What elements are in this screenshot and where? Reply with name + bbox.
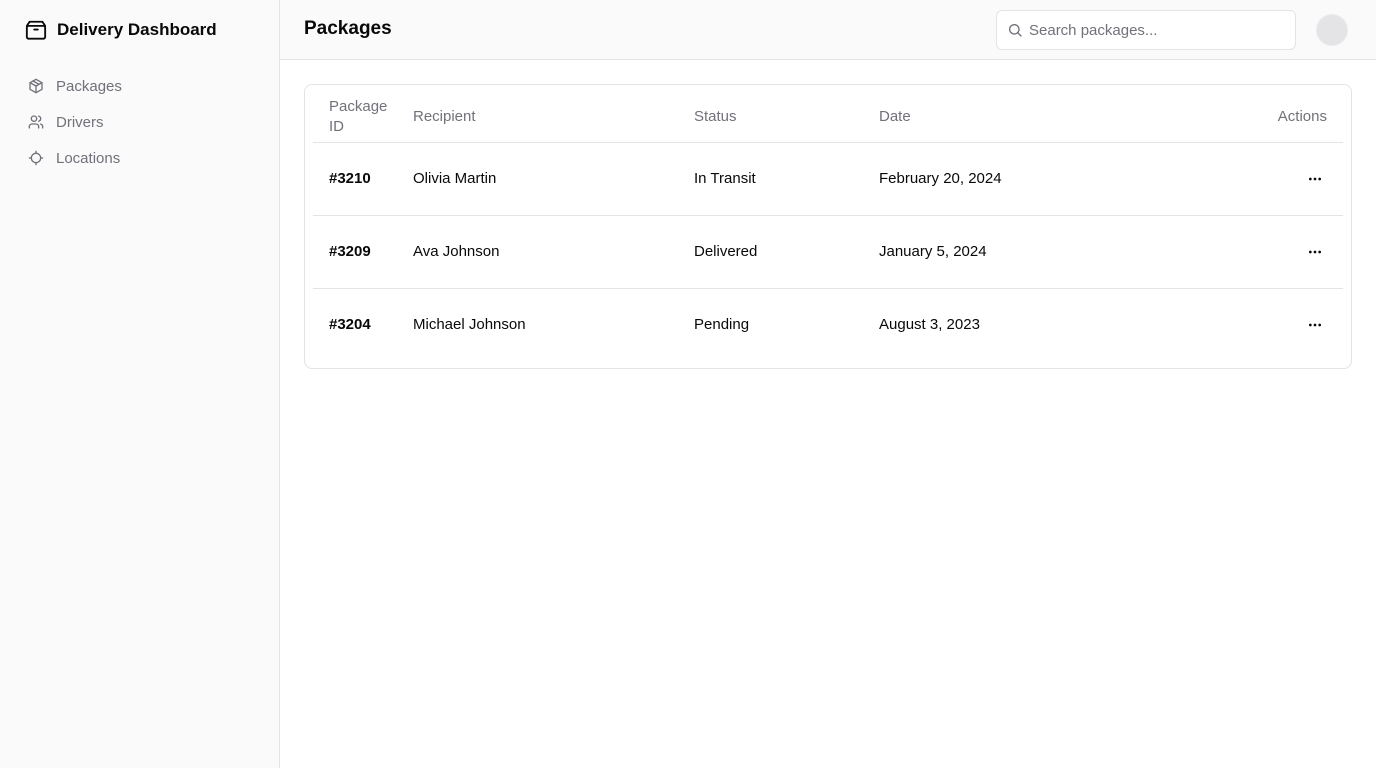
sidebar-item-drivers[interactable]: Drivers [16, 108, 264, 136]
app-title: Delivery Dashboard [57, 20, 217, 39]
package-icon [28, 78, 44, 94]
recipient-cell: Michael Johnson [413, 316, 526, 334]
more-actions-button[interactable] [1299, 236, 1331, 268]
table-header-row: Package ID Recipient Status Date Actions [313, 93, 1343, 143]
more-actions-button[interactable] [1299, 163, 1331, 195]
brand[interactable]: Delivery Dashboard [25, 18, 217, 42]
packages-table: Package ID Recipient Status Date Actions… [313, 93, 1343, 361]
top-header: Packages [280, 0, 1376, 60]
more-horizontal-icon [1307, 171, 1323, 187]
sidebar-item-label: Drivers [56, 113, 104, 131]
sidebar-item-locations[interactable]: Locations [16, 144, 264, 172]
column-header-status: Status [694, 93, 879, 143]
actions-cell [1179, 215, 1343, 289]
column-header-package-id: Package ID [313, 93, 413, 143]
search-icon [1007, 22, 1023, 38]
table-row[interactable]: #3210 Olivia Martin In Transit February … [313, 142, 1343, 216]
sidebar: Delivery Dashboard Packages Drivers Loca… [0, 0, 280, 768]
status-cell: Pending [694, 316, 750, 334]
status-cell: In Transit [694, 142, 879, 216]
more-actions-button[interactable] [1299, 309, 1331, 341]
column-header-actions: Actions [1179, 93, 1343, 143]
more-horizontal-icon [1307, 317, 1323, 333]
sidebar-item-packages[interactable]: Packages [16, 72, 264, 100]
crosshair-icon [28, 150, 44, 166]
sidebar-item-label: Locations [56, 149, 121, 167]
column-header-recipient: Recipient [413, 93, 694, 143]
date-cell: August 3, 2023 [879, 316, 980, 334]
date-cell: January 5, 2024 [879, 215, 1179, 289]
sidebar-nav: Packages Drivers Locations [16, 72, 264, 180]
actions-cell [1179, 142, 1343, 216]
package-id-cell: #3209 [313, 215, 413, 289]
column-header-date: Date [879, 93, 1179, 143]
search-input[interactable] [997, 11, 1295, 49]
recipient-cell: Olivia Martin [413, 142, 694, 216]
package-id-cell: #3210 [313, 142, 413, 216]
status-cell: Delivered [694, 215, 879, 289]
page-title: Packages [304, 18, 392, 39]
users-icon [28, 114, 44, 130]
recipient-cell: Ava Johnson [413, 215, 694, 289]
search-box [996, 10, 1296, 50]
packages-table-card: Package ID Recipient Status Date Actions… [304, 84, 1352, 369]
user-avatar[interactable] [1316, 14, 1348, 46]
package-id-cell: #3204 [329, 316, 371, 334]
sidebar-item-label: Packages [56, 77, 122, 95]
more-horizontal-icon [1307, 244, 1323, 260]
table-row[interactable]: #3204 Michael Johnson Pending August 3, … [313, 288, 1343, 361]
package-box-icon [25, 19, 47, 41]
actions-cell [1179, 288, 1343, 361]
date-cell: February 20, 2024 [879, 142, 1179, 216]
table-row[interactable]: #3209 Ava Johnson Delivered January 5, 2… [313, 215, 1343, 289]
